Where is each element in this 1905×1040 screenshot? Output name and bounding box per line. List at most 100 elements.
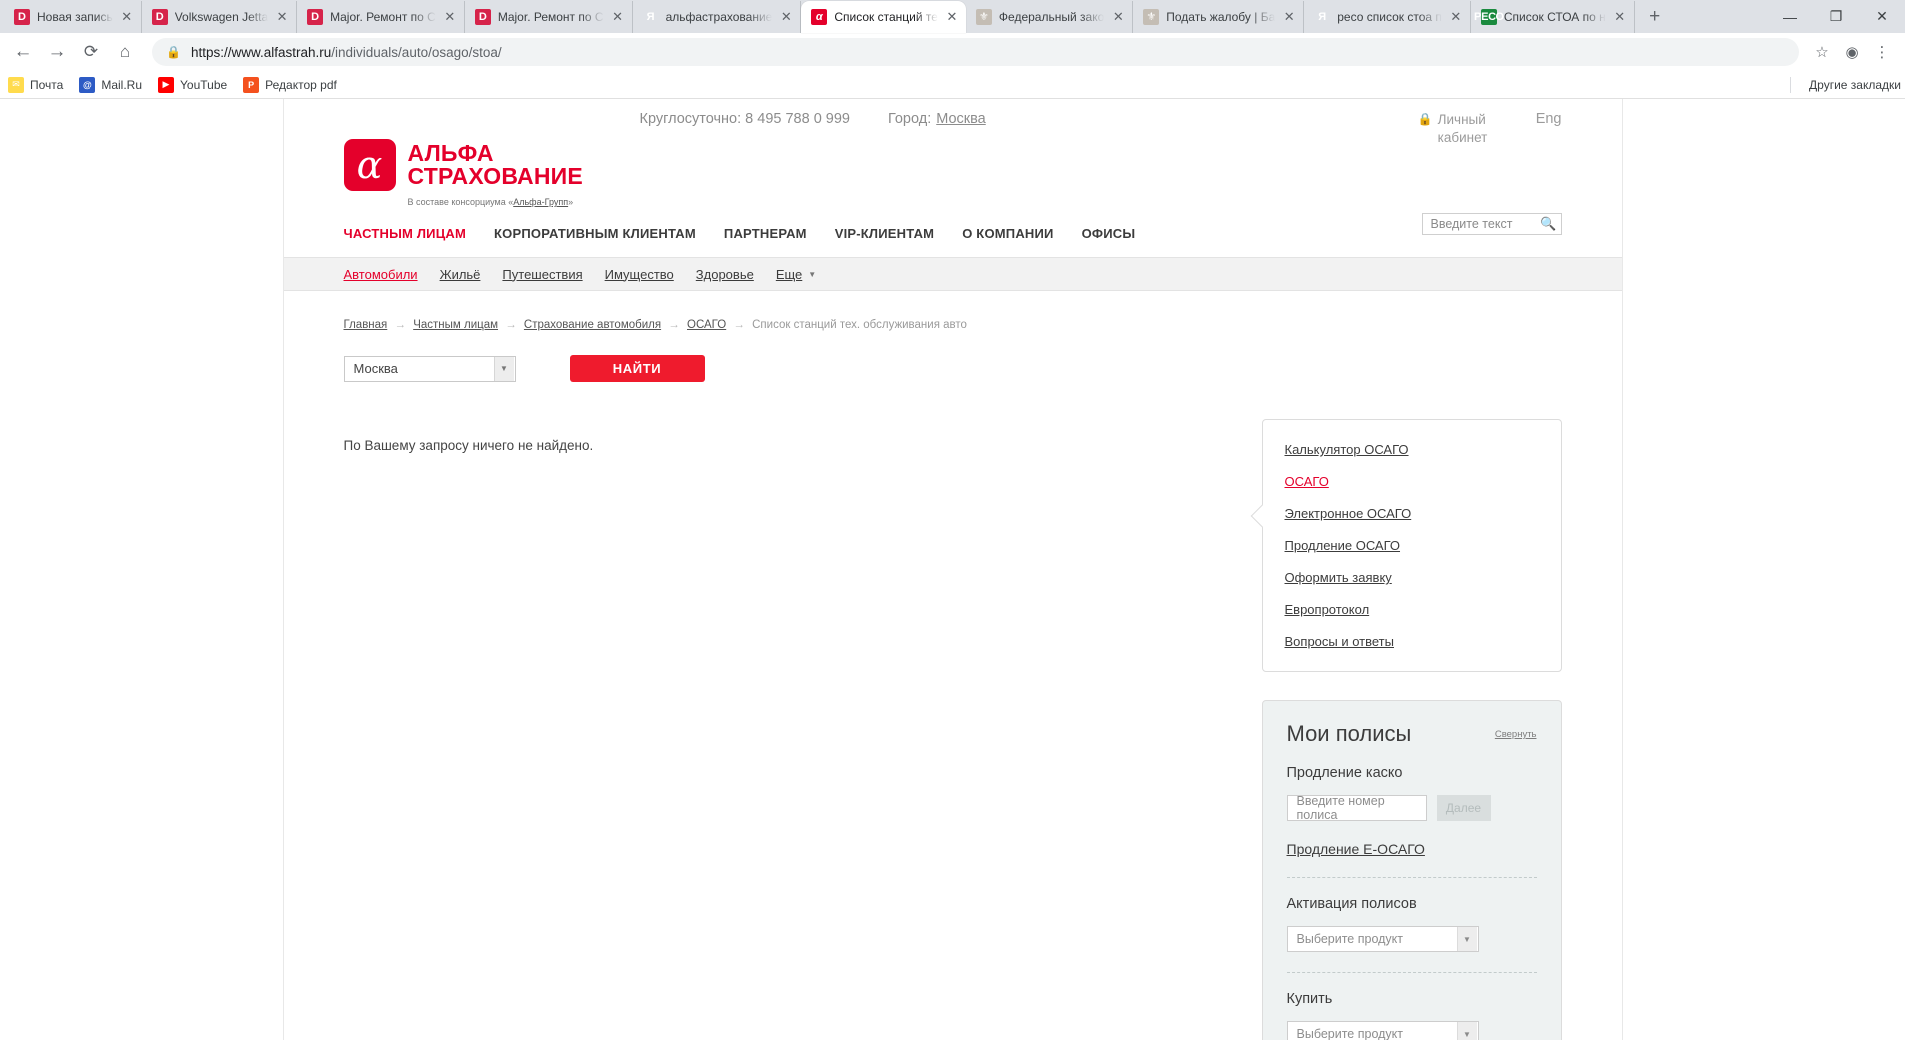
- new-tab-button[interactable]: +: [1641, 3, 1669, 31]
- city-select[interactable]: Москва ▼: [343, 355, 516, 382]
- subnav-item-cars[interactable]: Автомобили: [344, 267, 418, 282]
- close-icon[interactable]: ✕: [1612, 9, 1628, 25]
- dzen-icon: D: [474, 9, 491, 25]
- sidebar-link-faq[interactable]: Вопросы и ответы: [1285, 634, 1539, 649]
- sidebar-link-europrotocol[interactable]: Европротокол: [1285, 602, 1539, 617]
- home-icon[interactable]: ⌂: [110, 37, 140, 67]
- close-icon[interactable]: ✕: [1281, 9, 1297, 25]
- reload-icon[interactable]: ⟳: [76, 37, 106, 67]
- search-input[interactable]: Введите текст: [1431, 217, 1541, 231]
- subnav-item-property[interactable]: Имущество: [605, 267, 674, 282]
- breadcrumb-item-private[interactable]: Частным лицам: [413, 319, 498, 331]
- tab-title: Федеральный зако: [998, 10, 1105, 24]
- browser-tab[interactable]: D Major. Ремонт по С ✕: [297, 1, 465, 33]
- close-icon[interactable]: ✕: [944, 9, 960, 25]
- bookmark-label: YouTube: [180, 77, 228, 92]
- nav-item-corporate[interactable]: КОРПОРАТИВНЫМ КЛИЕНТАМ: [494, 226, 696, 241]
- dzen-icon: D: [307, 9, 324, 25]
- browser-tab[interactable]: ⚜ Федеральный зако ✕: [966, 1, 1134, 33]
- browser-tab[interactable]: D Major. Ремонт по С ✕: [465, 1, 633, 33]
- subnav-item-travel[interactable]: Путешествия: [502, 267, 582, 282]
- breadcrumb-item-osago[interactable]: ОСАГО: [687, 319, 726, 331]
- minimize-button[interactable]: —: [1767, 0, 1813, 33]
- close-window-button[interactable]: ✕: [1859, 0, 1905, 33]
- mailru-icon: @: [79, 76, 96, 93]
- subnav-item-housing[interactable]: Жильё: [440, 267, 481, 282]
- find-button[interactable]: НАЙТИ: [569, 355, 705, 382]
- chevron-down-icon[interactable]: ▼: [1456, 1022, 1477, 1040]
- reso-icon: РЕСО: [1474, 9, 1504, 25]
- logo-subtitle-suffix: »: [568, 197, 574, 207]
- collapse-link[interactable]: Свернуть: [1495, 729, 1537, 740]
- sidebar-link-application[interactable]: Оформить заявку: [1285, 570, 1539, 585]
- browser-tab[interactable]: Я ресо список стоа п ✕: [1304, 1, 1471, 33]
- subnav-item-health[interactable]: Здоровье: [696, 267, 754, 282]
- address-bar[interactable]: 🔒 https://www.alfastrah.ru/individuals/a…: [152, 38, 1799, 66]
- back-icon[interactable]: ←: [8, 37, 38, 67]
- sidebar-link-renewal[interactable]: Продление ОСАГО: [1285, 538, 1539, 553]
- forward-icon[interactable]: →: [42, 37, 72, 67]
- profile-icon[interactable]: ◉: [1837, 37, 1867, 67]
- toolbar-right: ☆ ◉ ⋮: [1807, 37, 1897, 67]
- close-icon[interactable]: ✕: [1448, 9, 1464, 25]
- page-viewport: α АЛЬФА СТРАХОВАНИЕ В составе консорциум…: [0, 99, 1905, 1040]
- browser-tab[interactable]: D Volkswagen Jetta ✕: [142, 1, 298, 33]
- bookmark-item[interactable]: ✉ Почта: [8, 76, 63, 93]
- bookmark-item[interactable]: ▶ YouTube: [158, 76, 228, 93]
- alfastrah-icon: α: [811, 9, 828, 25]
- nav-item-private[interactable]: ЧАСТНЫМ ЛИЦАМ: [344, 226, 467, 241]
- breadcrumb-separator: →: [733, 319, 745, 331]
- e-osago-renewal-link[interactable]: Продление Е-ОСАГО: [1287, 841, 1537, 857]
- phone-number: Круглосуточно: 8 495 788 0 999: [639, 111, 850, 127]
- nav-item-vip[interactable]: VIP-КЛИЕНТАМ: [835, 226, 934, 241]
- browser-tab[interactable]: Я альфастрахование ✕: [633, 1, 802, 33]
- maximize-button[interactable]: ❐: [1813, 0, 1859, 33]
- browser-tab[interactable]: РЕСО Список СТОА по н ✕: [1471, 1, 1635, 33]
- alfa-group-link[interactable]: Альфа-Групп: [513, 197, 568, 207]
- my-policies-title: Мои полисы: [1286, 721, 1412, 746]
- breadcrumb-item-home[interactable]: Главная: [344, 319, 388, 331]
- divider: [1286, 877, 1537, 878]
- sidebar-link-osago[interactable]: ОСАГО: [1285, 474, 1539, 489]
- close-icon[interactable]: ✕: [119, 9, 135, 25]
- bookmark-star-icon[interactable]: ☆: [1807, 37, 1837, 67]
- bookmark-item[interactable]: P Редактор pdf: [243, 76, 337, 93]
- close-icon[interactable]: ✕: [274, 9, 290, 25]
- close-icon[interactable]: ✕: [610, 9, 626, 25]
- personal-account-button[interactable]: 🔒 Личный кабинет: [1418, 111, 1504, 146]
- breadcrumb-item-car-insurance[interactable]: Страхование автомобиля: [524, 319, 661, 331]
- nav-item-offices[interactable]: ОФИСЫ: [1082, 226, 1136, 241]
- bookmark-item[interactable]: @ Mail.Ru: [79, 76, 142, 93]
- nav-item-partners[interactable]: ПАРТНЕРАМ: [724, 226, 807, 241]
- language-switch[interactable]: Eng: [1536, 111, 1562, 127]
- nav-item-about[interactable]: О КОМПАНИИ: [962, 226, 1053, 241]
- sidebar-link-calculator[interactable]: Калькулятор ОСАГО: [1285, 442, 1539, 457]
- next-button[interactable]: Далее: [1436, 795, 1491, 821]
- policy-number-input[interactable]: Введите номер полиса: [1286, 794, 1427, 822]
- buy-product-value: Выберите продукт: [1296, 1027, 1404, 1040]
- chevron-down-icon[interactable]: ▼: [808, 270, 816, 279]
- subnav-item-more[interactable]: Еще: [776, 267, 802, 282]
- close-icon[interactable]: ✕: [778, 9, 794, 25]
- sidebar-link-e-osago[interactable]: Электронное ОСАГО: [1285, 506, 1539, 521]
- city-value[interactable]: Москва: [936, 111, 986, 127]
- menu-icon[interactable]: ⋮: [1867, 37, 1897, 67]
- logo-subtitle-prefix: В составе консорциума «: [407, 197, 514, 207]
- browser-tab[interactable]: ⚜ Подать жалобу | Ба ✕: [1133, 1, 1305, 33]
- search-icon[interactable]: 🔍: [1540, 216, 1556, 232]
- close-icon[interactable]: ✕: [1110, 9, 1126, 25]
- close-icon[interactable]: ✕: [442, 9, 458, 25]
- browser-tab-active[interactable]: α Список станций те ✕: [801, 1, 966, 33]
- buy-product-select[interactable]: Выберите продукт ▼: [1286, 1021, 1479, 1040]
- site-logo[interactable]: α АЛЬФА СТРАХОВАНИЕ В составе консорциум…: [343, 113, 583, 207]
- activation-product-select[interactable]: Выберите продукт ▼: [1286, 926, 1479, 952]
- kasko-heading: Продление каско: [1286, 765, 1403, 781]
- other-bookmarks[interactable]: Другие закладки: [1790, 76, 1901, 93]
- pdf-icon: P: [243, 76, 260, 93]
- chevron-down-icon[interactable]: ▼: [493, 356, 514, 381]
- chevron-down-icon[interactable]: ▼: [1456, 927, 1477, 951]
- browser-tab[interactable]: D Новая запись ✕: [4, 1, 142, 33]
- dzen-icon: D: [151, 9, 168, 25]
- gerb-icon: ⚜: [1143, 9, 1160, 25]
- site-search[interactable]: Введите текст 🔍: [1421, 213, 1562, 235]
